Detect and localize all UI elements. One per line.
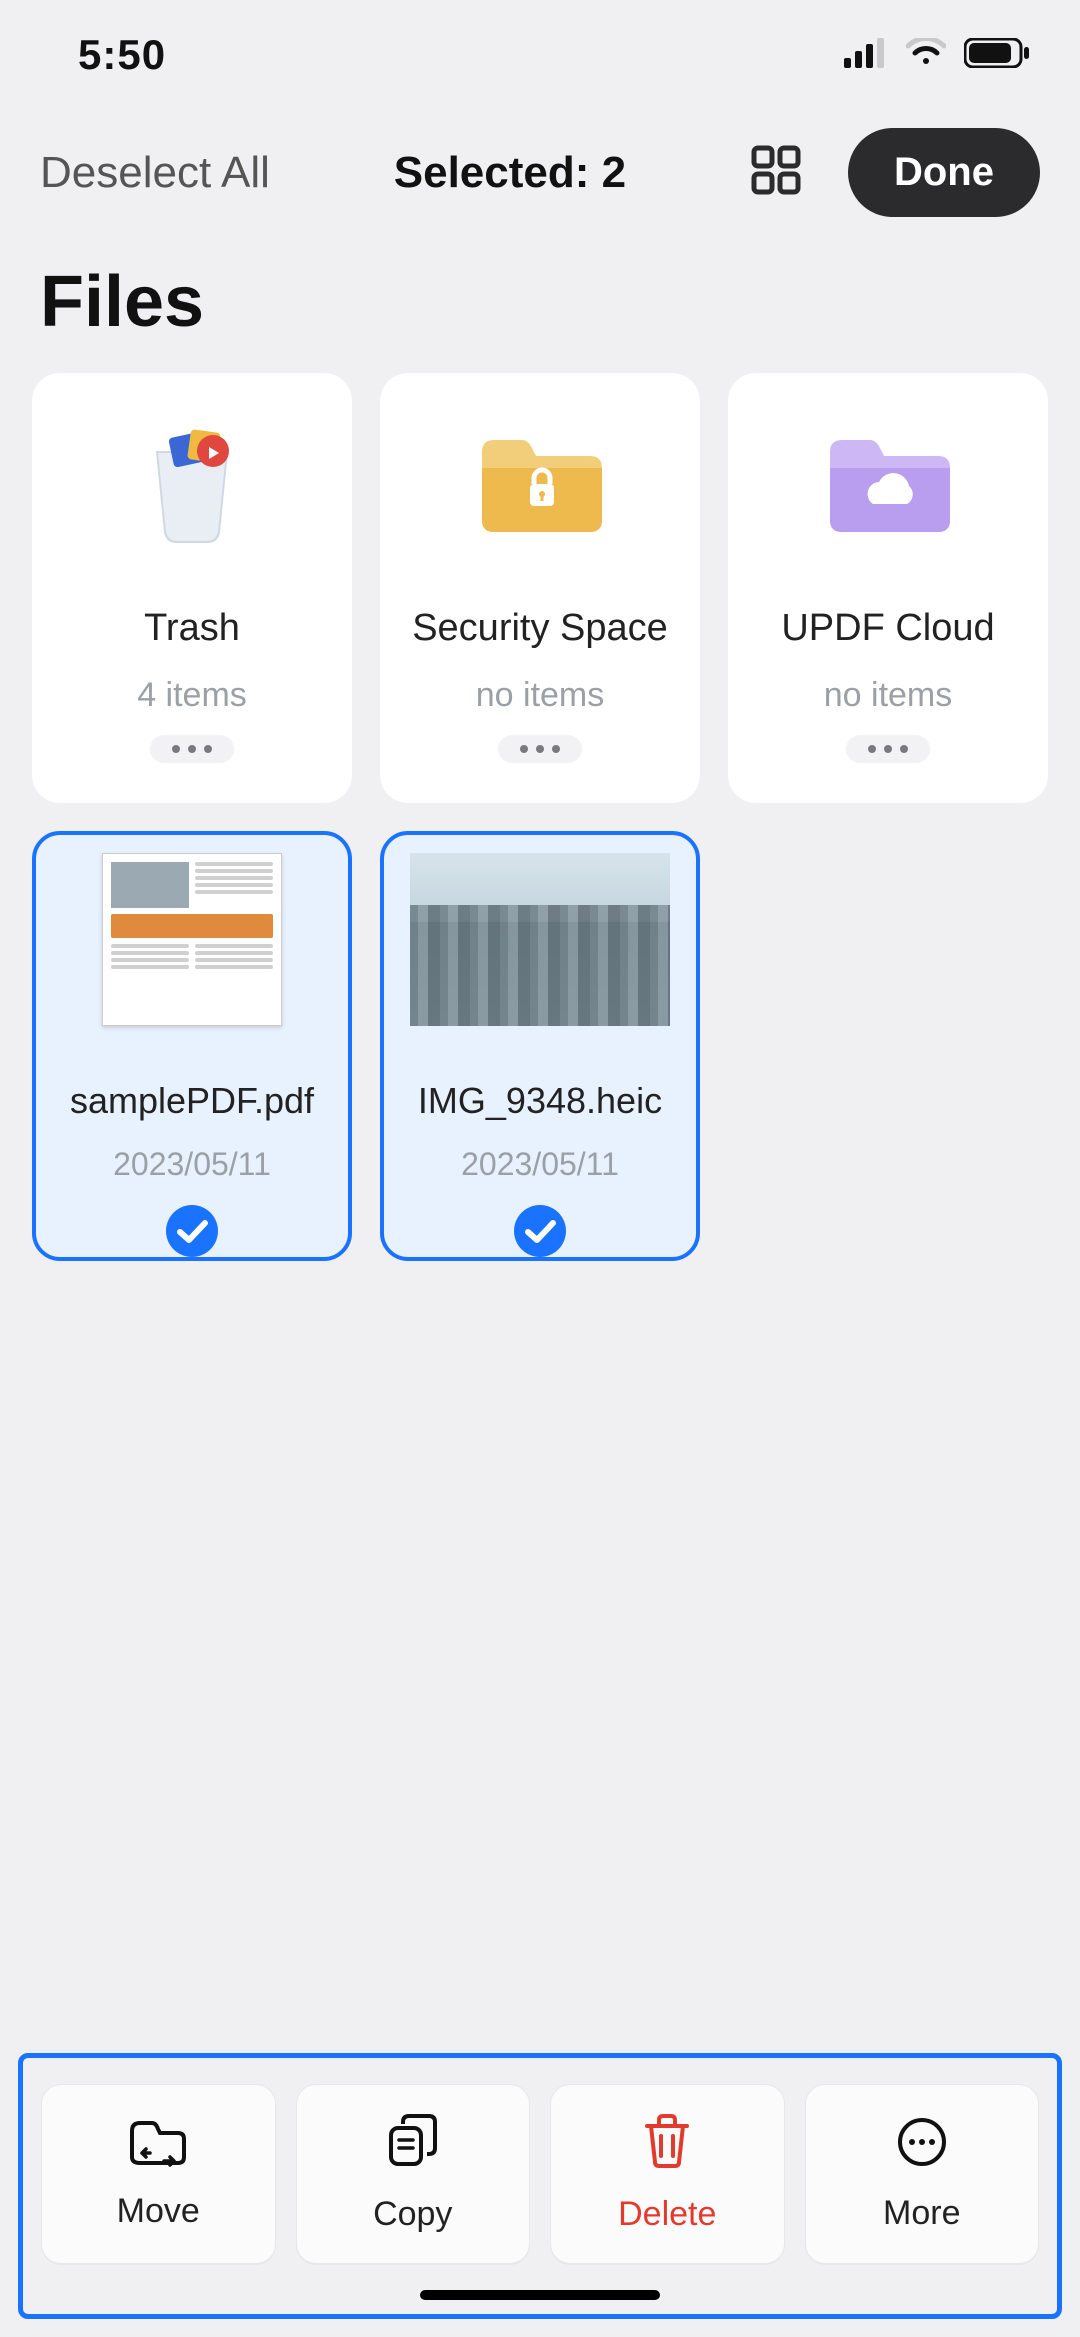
cellular-icon bbox=[844, 38, 888, 73]
action-label: More bbox=[883, 2194, 960, 2233]
copy-icon bbox=[385, 2114, 441, 2175]
folder-trash[interactable]: Trash 4 items bbox=[32, 373, 352, 803]
deselect-all-button[interactable]: Deselect All bbox=[40, 148, 270, 198]
action-label: Copy bbox=[373, 2195, 452, 2234]
file-item-photo[interactable]: IMG_9348.heic 2023/05/11 bbox=[380, 831, 700, 1261]
wifi-icon bbox=[906, 38, 946, 73]
file-title: IMG_9348.heic bbox=[418, 1080, 662, 1122]
trash-bin-icon bbox=[127, 417, 257, 547]
folder-subtitle: no items bbox=[824, 676, 953, 715]
selected-count-label: Selected: 2 bbox=[394, 148, 626, 198]
more-button[interactable]: More bbox=[805, 2084, 1040, 2264]
pdf-thumbnail bbox=[102, 853, 282, 1026]
file-date: 2023/05/11 bbox=[113, 1146, 271, 1183]
move-button[interactable]: Move bbox=[41, 2084, 276, 2264]
cloud-folder-icon bbox=[818, 417, 958, 547]
selected-checkmark-icon[interactable] bbox=[514, 1205, 566, 1257]
folder-security-space[interactable]: Security Space no items bbox=[380, 373, 700, 803]
file-item-pdf[interactable]: samplePDF.pdf 2023/05/11 bbox=[32, 831, 352, 1261]
status-bar: 5:50 bbox=[0, 0, 1080, 110]
file-title: samplePDF.pdf bbox=[70, 1080, 314, 1122]
bottom-action-bar: Move Copy Delete More bbox=[0, 2053, 1080, 2337]
action-label: Move bbox=[117, 2192, 200, 2231]
folder-title: Security Space bbox=[412, 607, 668, 650]
file-date: 2023/05/11 bbox=[461, 1146, 619, 1183]
grid-view-icon[interactable] bbox=[750, 144, 802, 201]
folder-updf-cloud[interactable]: UPDF Cloud no items bbox=[728, 373, 1048, 803]
battery-icon bbox=[964, 38, 1030, 73]
folder-subtitle: 4 items bbox=[137, 676, 247, 715]
done-button[interactable]: Done bbox=[848, 128, 1040, 217]
page-title: Files bbox=[0, 237, 1080, 373]
locked-folder-icon bbox=[470, 417, 610, 547]
photo-thumbnail bbox=[410, 853, 670, 1026]
selected-checkmark-icon[interactable] bbox=[166, 1205, 218, 1257]
selection-toolbar: Deselect All Selected: 2 Done bbox=[0, 110, 1080, 237]
move-folder-icon bbox=[128, 2117, 188, 2172]
copy-button[interactable]: Copy bbox=[296, 2084, 531, 2264]
files-grid: Trash 4 items Security Space no items bbox=[0, 373, 1080, 1261]
more-icon bbox=[895, 2115, 949, 2174]
delete-button[interactable]: Delete bbox=[550, 2084, 785, 2264]
more-options-button[interactable] bbox=[498, 735, 582, 763]
home-indicator[interactable] bbox=[420, 2290, 660, 2300]
folder-subtitle: no items bbox=[476, 676, 605, 715]
action-label: Delete bbox=[618, 2195, 716, 2234]
status-right bbox=[844, 38, 1030, 73]
folder-title: UPDF Cloud bbox=[781, 607, 994, 650]
trash-icon bbox=[641, 2114, 693, 2175]
folder-title: Trash bbox=[144, 607, 240, 650]
action-bar-highlight: Move Copy Delete More bbox=[18, 2053, 1062, 2319]
status-time: 5:50 bbox=[78, 31, 166, 79]
more-options-button[interactable] bbox=[150, 735, 234, 763]
more-options-button[interactable] bbox=[846, 735, 930, 763]
